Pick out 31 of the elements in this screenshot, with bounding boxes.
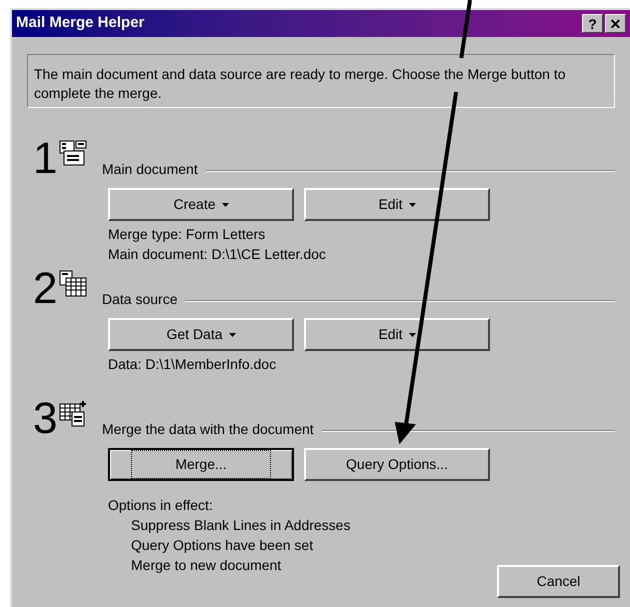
info-text: Options in effect: bbox=[108, 496, 213, 515]
cancel-button[interactable]: Cancel bbox=[497, 565, 620, 598]
table-document-icon bbox=[59, 270, 87, 297]
help-button[interactable]: ? bbox=[582, 14, 603, 33]
info-text: Merge type: Form Letters bbox=[108, 225, 266, 244]
window-title: Mail Merge Helper bbox=[16, 13, 146, 34]
option-text: Suppress Blank Lines in Addresses bbox=[131, 516, 350, 535]
step-number: 3 bbox=[33, 398, 58, 440]
caret-icon bbox=[228, 332, 236, 336]
section-heading: Merge the data with the document bbox=[102, 420, 314, 439]
section-heading: Main document bbox=[102, 160, 198, 179]
step-number: 2 bbox=[33, 268, 58, 310]
documents-icon bbox=[59, 140, 87, 167]
action-button[interactable]: Query Options... bbox=[304, 448, 490, 481]
dropdown-button[interactable]: Edit bbox=[304, 188, 490, 221]
dropdown-button[interactable]: Get Data bbox=[108, 318, 294, 351]
info-text: Main document: D:\1\CE Letter.doc bbox=[108, 245, 326, 264]
section-heading: Data source bbox=[102, 290, 178, 309]
intro-text: The main document and data source are ready to merge. Choose the Merge button to complete the merge. bbox=[34, 65, 567, 103]
caret-icon bbox=[408, 202, 416, 206]
option-text: Query Options have been set bbox=[131, 536, 314, 555]
caret-icon bbox=[408, 332, 416, 336]
option-text: Merge to new document bbox=[131, 556, 282, 575]
step-number: 1 bbox=[33, 138, 58, 180]
dropdown-button[interactable]: Edit bbox=[304, 318, 490, 351]
dropdown-button[interactable]: Create bbox=[108, 188, 294, 221]
caret-icon bbox=[222, 202, 229, 206]
close-button[interactable]: ✕ bbox=[605, 14, 626, 33]
info-text: Data: D:\1\MemberInfo.doc bbox=[108, 355, 276, 374]
action-button[interactable]: Merge... bbox=[108, 448, 294, 481]
table-merge-icon bbox=[59, 400, 87, 427]
